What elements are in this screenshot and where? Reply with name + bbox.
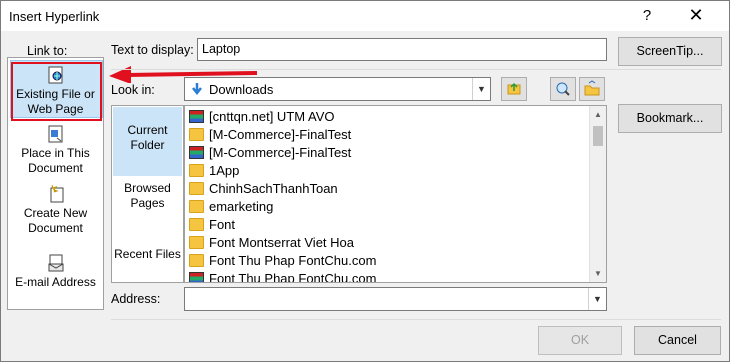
link-place-line2: Document bbox=[28, 161, 83, 175]
file-name: Font bbox=[209, 217, 236, 232]
list-item[interactable]: [M-Commerce]-FinalTest bbox=[189, 145, 351, 163]
browsed-pages-line2: Pages bbox=[130, 196, 165, 210]
chevron-down-icon[interactable]: ▼ bbox=[472, 78, 490, 100]
file-name: [M-Commerce]-FinalTest bbox=[209, 145, 352, 160]
ok-button[interactable]: OK bbox=[538, 326, 622, 355]
dialog-title: Insert Hyperlink bbox=[9, 9, 100, 24]
file-name: ChinhSachThanhToan bbox=[209, 181, 338, 196]
list-item[interactable]: ChinhSachThanhToan bbox=[189, 181, 338, 199]
chevron-down-icon[interactable]: ▼ bbox=[588, 288, 606, 310]
cancel-button[interactable]: Cancel bbox=[634, 326, 721, 355]
help-button[interactable]: ? bbox=[637, 7, 657, 24]
list-item[interactable]: Font Montserrat Viet Hoa bbox=[189, 235, 354, 253]
archive-icon bbox=[189, 272, 204, 282]
browse-web-icon bbox=[556, 82, 570, 96]
scroll-up-icon[interactable]: ▲ bbox=[590, 106, 606, 123]
address-input[interactable]: ▼ bbox=[184, 287, 607, 311]
link-email-address[interactable]: E-mail Address bbox=[8, 254, 103, 290]
file-name: [cnttqn.net] UTM AVO bbox=[209, 109, 335, 124]
link-create-line1: Create New bbox=[23, 206, 88, 220]
browsed-pages-option[interactable]: Browsed Pages bbox=[112, 181, 183, 211]
file-list-scrollbar[interactable]: ▲ ▼ bbox=[589, 106, 606, 282]
list-item[interactable]: [M-Commerce]-FinalTest bbox=[189, 127, 351, 145]
recent-files-line1: Recent Files bbox=[114, 247, 181, 261]
list-item[interactable]: Font Thu Phap FontChu.com bbox=[189, 271, 377, 283]
file-name: Font Montserrat Viet Hoa bbox=[209, 235, 354, 250]
new-document-icon bbox=[48, 184, 64, 203]
email-icon bbox=[48, 254, 64, 272]
file-name: Font Thu Phap FontChu.com bbox=[209, 271, 377, 283]
look-in-label: Look in: bbox=[111, 83, 155, 97]
close-button[interactable]: ✕ bbox=[685, 5, 707, 26]
file-name: [M-Commerce]-FinalTest bbox=[209, 127, 352, 142]
downloads-folder-icon bbox=[191, 82, 203, 99]
browse-web-button[interactable] bbox=[550, 77, 576, 101]
folder-icon bbox=[189, 182, 204, 195]
text-to-display-label: Text to display: bbox=[111, 43, 194, 57]
folder-icon bbox=[189, 254, 204, 267]
link-place-in-document[interactable]: Place in This Document bbox=[8, 125, 103, 176]
folder-icon bbox=[189, 164, 204, 177]
list-item[interactable]: Font bbox=[189, 217, 235, 235]
list-item[interactable]: 1App bbox=[189, 163, 239, 181]
file-name: emarketing bbox=[209, 199, 274, 214]
separator bbox=[111, 319, 721, 320]
current-folder-line2: Folder bbox=[130, 138, 165, 152]
file-name: 1App bbox=[209, 163, 240, 178]
scroll-down-icon[interactable]: ▼ bbox=[590, 265, 606, 282]
file-list: [cnttqn.net] UTM AVO [M-Commerce]-FinalT… bbox=[184, 105, 607, 283]
up-folder-button[interactable] bbox=[501, 77, 527, 101]
folder-icon bbox=[189, 200, 204, 213]
archive-icon bbox=[189, 146, 204, 159]
link-email-line1: E-mail Address bbox=[15, 275, 96, 289]
list-item[interactable]: emarketing bbox=[189, 199, 273, 217]
scroll-thumb[interactable] bbox=[593, 126, 603, 146]
archive-icon bbox=[189, 110, 204, 123]
link-create-line2: Document bbox=[28, 221, 83, 235]
insert-hyperlink-dialog: Insert Hyperlink ? ✕ Link to: Existing F… bbox=[0, 0, 730, 362]
separator bbox=[111, 69, 721, 70]
screentip-button[interactable]: ScreenTip... bbox=[618, 37, 722, 66]
recent-files-option[interactable]: Recent Files bbox=[112, 247, 183, 262]
bookmark-button[interactable]: Bookmark... bbox=[618, 104, 722, 133]
folder-icon bbox=[189, 236, 204, 249]
link-to-label: Link to: bbox=[27, 44, 68, 58]
current-folder-option[interactable]: Current Folder bbox=[112, 123, 183, 153]
look-in-options-panel: Current Folder Browsed Pages Recent File… bbox=[111, 105, 184, 283]
browsed-pages-line1: Browsed bbox=[124, 181, 171, 195]
link-place-line1: Place in This bbox=[21, 146, 90, 160]
look-in-value: Downloads bbox=[209, 82, 274, 97]
annotation-highlight-box bbox=[11, 62, 102, 121]
address-label: Address: bbox=[111, 292, 161, 306]
title-bar: Insert Hyperlink ? ✕ bbox=[1, 1, 729, 31]
open-folder-icon bbox=[584, 80, 600, 96]
document-place-icon bbox=[48, 125, 64, 143]
current-folder-line1: Current bbox=[127, 123, 168, 137]
list-item[interactable]: Font Thu Phap FontChu.com bbox=[189, 253, 376, 271]
folder-icon bbox=[189, 128, 204, 141]
folder-icon bbox=[189, 218, 204, 231]
look-in-dropdown[interactable]: Downloads ▼ bbox=[184, 77, 491, 101]
link-create-new-document[interactable]: Create New Document bbox=[8, 184, 103, 236]
browse-file-button[interactable] bbox=[579, 77, 605, 101]
up-folder-icon bbox=[507, 82, 521, 95]
file-name: Font Thu Phap FontChu.com bbox=[209, 253, 377, 268]
text-to-display-input[interactable]: Laptop bbox=[197, 38, 607, 61]
list-item[interactable]: [cnttqn.net] UTM AVO bbox=[189, 109, 334, 127]
